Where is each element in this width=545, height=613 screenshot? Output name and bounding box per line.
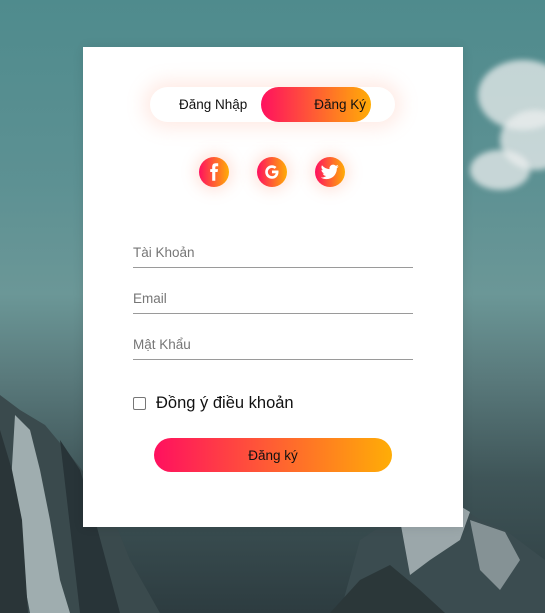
terms-agreement: Đồng ý điều khoản [133, 393, 294, 413]
facebook-login-button[interactable] [199, 157, 229, 187]
tab-login[interactable]: Đăng Nhập [179, 87, 249, 122]
terms-checkbox[interactable] [133, 396, 146, 410]
login-register-toggle: Đăng Nhập Đăng Ký [150, 87, 395, 122]
google-login-button[interactable] [257, 157, 287, 187]
facebook-icon [210, 163, 219, 181]
twitter-login-button[interactable] [315, 157, 345, 187]
register-submit-button[interactable]: Đăng ký [154, 438, 392, 472]
username-field[interactable] [133, 237, 413, 268]
tab-register[interactable]: Đăng Ký [296, 87, 366, 122]
twitter-icon [321, 164, 339, 180]
google-icon [265, 165, 279, 179]
register-card: Đăng Nhập Đăng Ký Đồng ý điều khoản Đăng… [83, 47, 463, 527]
terms-label: Đồng ý điều khoản [156, 393, 294, 412]
password-field[interactable] [133, 329, 413, 360]
email-field[interactable] [133, 283, 413, 314]
